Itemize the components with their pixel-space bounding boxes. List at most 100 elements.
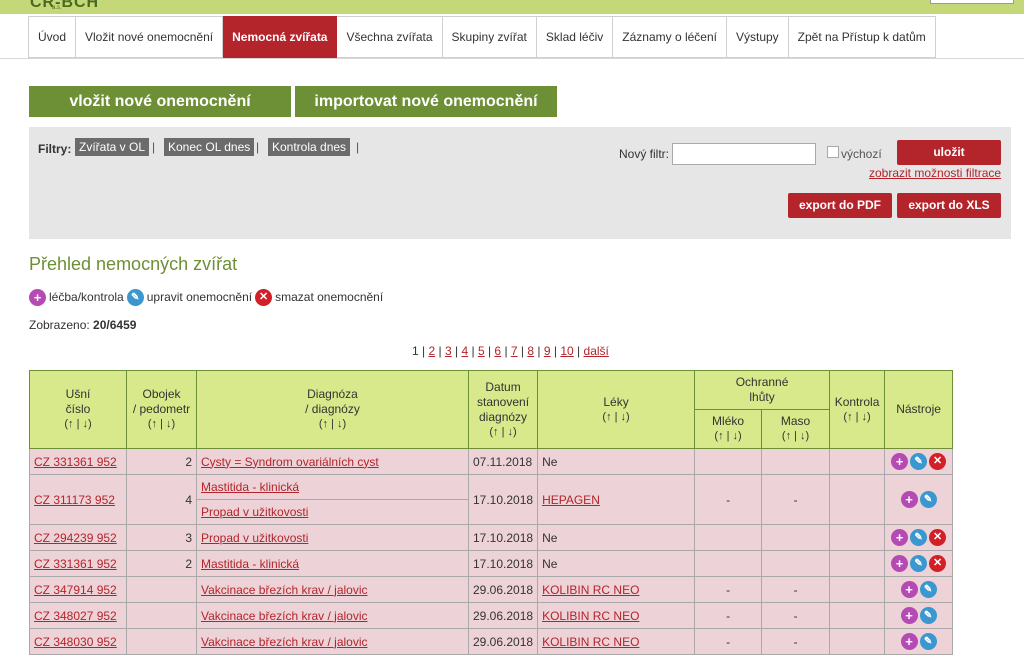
pencil-icon[interactable]: ✎ <box>919 581 937 598</box>
export-pdf-button[interactable]: export do PDF <box>788 193 892 218</box>
drug-text: Ne <box>542 530 558 545</box>
sort-toggle[interactable]: (↑ | ↓) <box>199 417 466 432</box>
new-filter-input[interactable] <box>672 143 816 165</box>
close-icon[interactable]: ✕ <box>929 555 947 572</box>
filter-chip-control-today[interactable]: Kontrola dnes <box>268 138 351 156</box>
tools-cell: + ✎ ✕ <box>884 550 954 577</box>
sort-toggle[interactable]: (↑ | ↓) <box>471 425 535 440</box>
pencil-icon[interactable]: ✎ <box>919 607 937 624</box>
nav-tab-6[interactable]: Záznamy o léčení <box>613 16 727 58</box>
filter-chip-animals-in-ol[interactable]: Zvířata v OL <box>75 138 150 156</box>
pagination: 1 | 2 | 3 | 4 | 5 | 6 | 7 | 8 | 9 | 10 |… <box>412 344 609 358</box>
diagnosis-link[interactable]: Cysty = Syndrom ovariálních cyst <box>201 455 379 469</box>
pencil-icon[interactable]: ✎ <box>910 555 928 572</box>
close-icon[interactable]: ✕ <box>929 529 947 546</box>
tools-cell: + ✎ <box>884 474 954 525</box>
drug-link[interactable]: KOLIBIN RC NEO <box>542 635 639 649</box>
pager-next-link[interactable]: další <box>584 344 609 358</box>
diagnosis-link[interactable]: Vakcinace březích krav / jalovic <box>201 609 368 623</box>
ear-number-link[interactable]: CZ 294239 952 <box>34 531 117 545</box>
plus-icon[interactable]: + <box>900 633 918 650</box>
close-icon[interactable]: ✕ <box>929 453 947 470</box>
pager-page-link[interactable]: 10 <box>560 344 573 358</box>
sort-toggle[interactable]: (↑ | ↓) <box>540 410 692 425</box>
filter-separator: | <box>152 140 156 154</box>
diagnosis-link[interactable]: Vakcinace březích krav / jalovic <box>201 583 368 597</box>
shown-label: Zobrazeno: <box>29 318 90 332</box>
diagnosis-link[interactable]: Vakcinace březích krav / jalovic <box>201 635 368 649</box>
drug-link[interactable]: HEPAGEN <box>542 493 600 507</box>
milk-period-cell <box>694 448 763 475</box>
nav-tab-7[interactable]: Výstupy <box>726 16 789 58</box>
sort-toggle[interactable]: (↑ | ↓) <box>697 429 759 444</box>
sort-toggle[interactable]: (↑ | ↓) <box>832 410 882 425</box>
column-header-ear-number: Ušní číslo (↑ | ↓) <box>29 370 127 449</box>
column-header-meat: Maso (↑ | ↓) <box>761 409 831 449</box>
diagnosis-link[interactable]: Mastitida - klinická <box>201 557 299 571</box>
legend-edit-label: upravit onemocnění <box>146 290 253 304</box>
pager-separator: | <box>573 344 584 358</box>
diagnosis-cell: Cysty = Syndrom ovariálních cyst <box>196 448 469 475</box>
table-row: CZ 347914 952 Vakcinace březích krav / ja… <box>29 576 954 603</box>
pencil-icon[interactable]: ✎ <box>919 633 937 650</box>
sort-toggle[interactable]: (↑ | ↓) <box>764 429 827 444</box>
ear-number-link[interactable]: CZ 347914 952 <box>34 583 117 597</box>
milk-period-cell: - <box>694 602 763 629</box>
diagnosis-link[interactable]: Propad v užitkovosti <box>201 505 308 519</box>
sort-toggle[interactable]: (↑ | ↓) <box>129 417 194 432</box>
plus-icon[interactable]: + <box>891 555 909 572</box>
meat-period-cell: - <box>761 474 831 525</box>
plus-icon[interactable]: + <box>900 607 918 624</box>
pager-page-link[interactable]: 5 <box>478 344 485 358</box>
insert-disease-button[interactable]: vložit nové onemocnění <box>29 86 291 117</box>
pencil-icon[interactable]: ✎ <box>919 491 937 508</box>
diagnosis-cell: Vakcinace březích krav / jalovic <box>196 628 469 655</box>
nav-tab-3[interactable]: Všechna zvířata <box>337 16 443 58</box>
nav-tab-1[interactable]: Vložit nové onemocnění <box>76 16 224 58</box>
icon-legend: + léčba/kontrola ✎ upravit onemocnění ✕ … <box>29 288 386 306</box>
ear-number-link[interactable]: CZ 348027 952 <box>34 609 117 623</box>
diagnosis-link[interactable]: Propad v užitkovosti <box>201 531 308 545</box>
pager-separator: | <box>435 344 445 358</box>
legend-treatment-label: léčba/kontrola <box>49 290 124 304</box>
import-disease-button[interactable]: importovat nové onemocnění <box>295 86 557 117</box>
drug-cell: Ne <box>537 448 696 475</box>
pager-page-link[interactable]: 9 <box>544 344 551 358</box>
drug-link[interactable]: KOLIBIN RC NEO <box>542 583 639 597</box>
pager-page-link[interactable]: 3 <box>445 344 452 358</box>
default-checkbox[interactable] <box>827 146 839 158</box>
plus-icon[interactable]: + <box>900 491 918 508</box>
nav-tab-8[interactable]: Zpět na Přístup k datům <box>788 16 936 58</box>
logo: ČR-BCH <box>30 0 100 11</box>
sort-toggle[interactable]: (↑ | ↓) <box>32 417 124 432</box>
save-filter-button[interactable]: uložit <box>897 140 1001 165</box>
plus-icon[interactable]: + <box>891 453 909 470</box>
pencil-icon[interactable]: ✎ <box>910 529 928 546</box>
pager-page-link[interactable]: 7 <box>511 344 518 358</box>
show-filter-options-link[interactable]: zobrazit možnosti filtrace <box>869 166 1001 180</box>
table-row: CZ 294239 952 3 Propad v užitkovosti 17.10.… <box>29 524 954 551</box>
ear-number-link[interactable]: CZ 331361 952 <box>34 455 117 469</box>
table-row: CZ 348027 952 Vakcinace březích krav / ja… <box>29 602 954 629</box>
ear-number-link[interactable]: CZ 311173 952 <box>34 493 115 507</box>
filter-panel: Filtry: Zvířata v OL | Konec OL dnes | K… <box>29 127 1011 239</box>
nav-tab-0[interactable]: Úvod <box>28 16 77 58</box>
nav-tab-5[interactable]: Sklad léčiv <box>536 16 614 58</box>
export-xls-button[interactable]: export do XLS <box>897 193 1001 218</box>
top-search-input[interactable] <box>930 0 1014 4</box>
nav-divider <box>0 58 1024 59</box>
collar-cell <box>126 602 197 629</box>
diagnosis-link[interactable]: Mastitida - klinická <box>201 480 299 494</box>
nav-tab-2[interactable]: Nemocná zvířata <box>223 16 338 58</box>
filter-chip-ol-end-today[interactable]: Konec OL dnes <box>164 138 255 156</box>
drug-link[interactable]: KOLIBIN RC NEO <box>542 609 639 623</box>
ear-number-link[interactable]: CZ 331361 952 <box>34 557 117 571</box>
pager-separator: | <box>451 344 462 358</box>
tools-cell: + ✎ <box>884 628 954 655</box>
pencil-icon[interactable]: ✎ <box>910 453 928 470</box>
ear-number-link[interactable]: CZ 348030 952 <box>34 635 117 649</box>
plus-icon[interactable]: + <box>891 529 909 546</box>
tools-cell: + ✎ ✕ <box>884 524 954 551</box>
plus-icon[interactable]: + <box>900 581 918 598</box>
nav-tab-4[interactable]: Skupiny zvířat <box>442 16 537 58</box>
